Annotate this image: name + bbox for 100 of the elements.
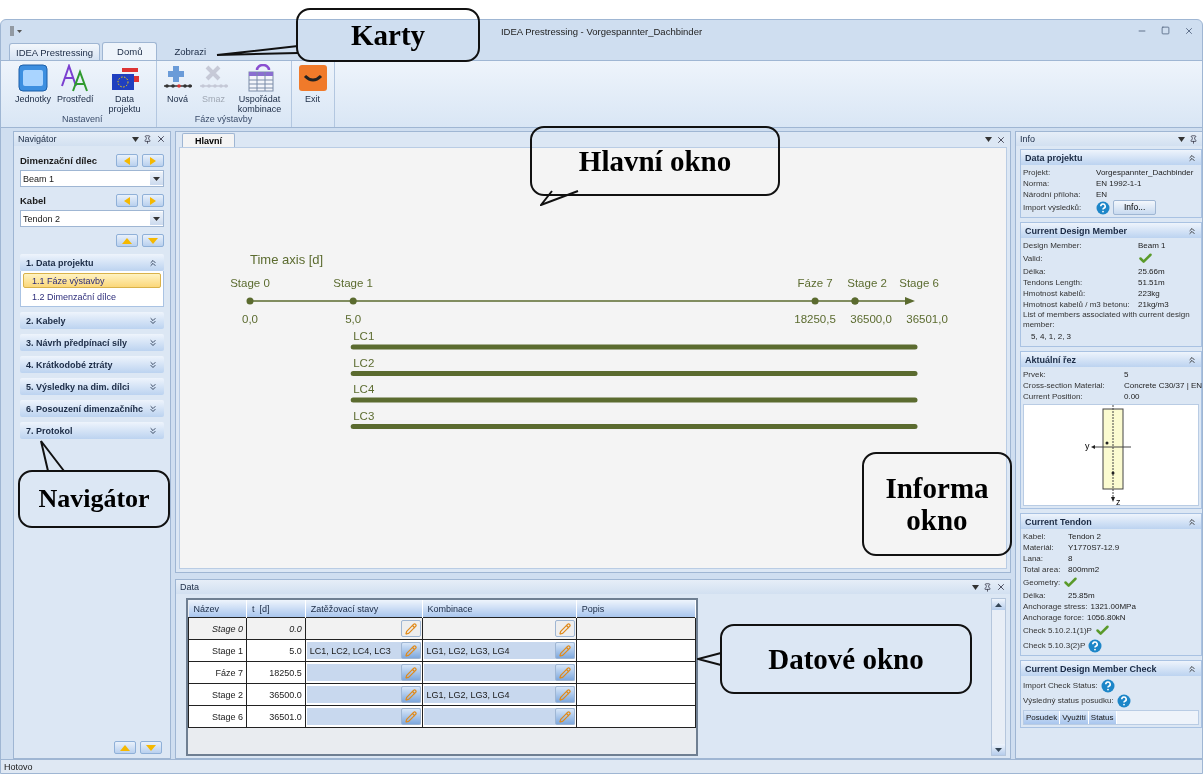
- info-label: Check 5.10.3(2)P: [1023, 640, 1086, 651]
- column-header[interactable]: Název: [188, 600, 247, 618]
- close-icon[interactable]: [996, 134, 1006, 145]
- info-value: Concrete C30/37 | EN: [1124, 380, 1203, 391]
- document-tab[interactable]: Hlavní: [182, 133, 235, 147]
- edit-field[interactable]: [306, 686, 421, 703]
- navigator-section[interactable]: 7. Protokol: [20, 422, 164, 439]
- fonts-icon: [60, 64, 91, 92]
- info-value: 25.85m: [1068, 590, 1095, 601]
- move-up-button[interactable]: [114, 741, 136, 754]
- navigator-section[interactable]: 4. Krátkodobé ztráty: [20, 356, 164, 373]
- column-header[interactable]: Popis: [576, 600, 696, 618]
- select-field[interactable]: Beam 1: [20, 170, 164, 187]
- edit-field[interactable]: [306, 664, 421, 681]
- select-field[interactable]: Tendon 2: [20, 210, 164, 227]
- navigator-section[interactable]: 1. Data projektu: [20, 254, 164, 271]
- edit-button[interactable]: [400, 708, 421, 725]
- stage-label: Stage 6: [899, 277, 939, 289]
- info-button[interactable]: Info...: [1113, 200, 1157, 215]
- ribbon-button[interactable]: Exit: [295, 64, 330, 113]
- ribbon-button[interactable]: Uspořádat kombinace: [232, 64, 287, 114]
- pin-icon[interactable]: [1189, 134, 1198, 144]
- navigator-item[interactable]: 1.1 Fáze výstavby: [23, 273, 161, 288]
- edit-field[interactable]: LG1, LG2, LG3, LG4: [423, 686, 575, 703]
- close-icon: [1184, 26, 1194, 36]
- scroll-down-icon[interactable]: [995, 747, 1002, 752]
- expand-icon: [148, 359, 158, 370]
- close-icon[interactable]: [996, 582, 1006, 592]
- restore-button[interactable]: [1161, 26, 1170, 36]
- navigator-section[interactable]: 3. Návrh předpínací síly: [20, 334, 164, 351]
- quick-access-icon[interactable]: [9, 26, 23, 36]
- table-header[interactable]: Posudek: [1024, 711, 1061, 724]
- dropdown-icon[interactable]: [132, 136, 139, 142]
- edit-field[interactable]: [423, 664, 575, 681]
- collapse-icon: [1187, 516, 1197, 527]
- edit-field[interactable]: [306, 708, 421, 725]
- close-icon[interactable]: [156, 134, 166, 144]
- dropdown-icon[interactable]: [972, 584, 979, 590]
- edit-field[interactable]: LG1, LG2, LG3, LG4: [423, 642, 575, 659]
- edit-button[interactable]: [400, 620, 421, 637]
- edit-button[interactable]: [400, 686, 421, 703]
- edit-button[interactable]: [554, 686, 575, 703]
- table-header[interactable]: Využití: [1060, 711, 1089, 724]
- info-section-header[interactable]: Current Design Member: [1021, 223, 1201, 238]
- previous-button[interactable]: [116, 194, 138, 207]
- edit-button[interactable]: [554, 620, 575, 637]
- ribbon-button[interactable]: Prostředí: [55, 64, 96, 114]
- info-note: List of members associated with current design member:: [1023, 310, 1191, 330]
- navigator-section[interactable]: 2. Kabely: [20, 312, 164, 329]
- app-menu-tab[interactable]: IDEA Prestressing: [9, 43, 101, 60]
- edit-field[interactable]: [423, 708, 575, 725]
- ribbon-tab[interactable]: Zobrazi: [159, 42, 222, 60]
- info-label: Hmotnost kabelů:: [1023, 288, 1087, 299]
- info-label: Total area:: [1023, 564, 1062, 575]
- info-section-header[interactable]: Current Design Member Check: [1021, 661, 1201, 676]
- ribbon-button[interactable]: Data projektu: [97, 64, 152, 114]
- callout-text: Datové okno: [768, 643, 924, 675]
- navigator-section[interactable]: 6. Posouzení dimenzačníhc: [20, 400, 164, 417]
- column-header[interactable]: Zatěžovací stavy: [305, 600, 422, 618]
- edit-button[interactable]: [554, 642, 575, 659]
- ribbon-button[interactable]: Nová: [160, 64, 195, 114]
- info-section-header[interactable]: Data projektu: [1021, 150, 1201, 165]
- dropdown-icon[interactable]: [985, 137, 992, 142]
- dropdown-icon[interactable]: [1178, 136, 1185, 142]
- move-up-button[interactable]: [116, 234, 138, 247]
- ribbon-tab[interactable]: Domů: [102, 42, 158, 60]
- edit-field[interactable]: LC1, LC2, LC4, LC3: [306, 642, 421, 659]
- restore-icon: [1161, 26, 1170, 35]
- edit-button[interactable]: [400, 642, 421, 659]
- column-header[interactable]: t [d]: [246, 600, 306, 618]
- scrollbar[interactable]: [991, 598, 1006, 756]
- move-down-button[interactable]: [140, 741, 162, 754]
- info-section-header[interactable]: Aktuální řez: [1021, 352, 1201, 367]
- table-header[interactable]: Status: [1088, 711, 1117, 724]
- close-button[interactable]: [1184, 26, 1194, 36]
- info-value: Beam 1: [1138, 240, 1166, 251]
- navigator-section[interactable]: 5. Výsledky na dim. dílci: [20, 378, 164, 395]
- collapse-icon: [1187, 354, 1197, 365]
- table-cell: Fáze 7: [188, 661, 247, 684]
- expand-icon: [148, 315, 158, 326]
- scroll-up-icon[interactable]: [995, 602, 1002, 607]
- collapse-icon: [1187, 152, 1197, 163]
- info-section-header[interactable]: Current Tendon: [1021, 514, 1201, 529]
- pin-icon[interactable]: [143, 134, 152, 144]
- pin-icon[interactable]: [983, 582, 992, 592]
- stage-time: 18250,5: [794, 313, 836, 325]
- info-value: 5, 4, 1, 2, 3: [1030, 331, 1073, 343]
- load-case-label: LC3: [353, 409, 375, 422]
- edit-button[interactable]: [554, 708, 575, 725]
- next-button[interactable]: [142, 154, 164, 167]
- previous-button[interactable]: [116, 154, 138, 167]
- stage-time: 0,0: [242, 313, 258, 325]
- move-down-button[interactable]: [142, 234, 164, 247]
- ribbon-button[interactable]: Jednotky: [13, 64, 54, 114]
- next-button[interactable]: [142, 194, 164, 207]
- callout-text: Karty: [350, 19, 426, 51]
- edit-button[interactable]: [400, 664, 421, 681]
- navigator-item[interactable]: 1.2 Dimenzační dílce: [23, 289, 161, 304]
- edit-button[interactable]: [554, 664, 575, 681]
- column-header[interactable]: Kombinace: [422, 600, 577, 618]
